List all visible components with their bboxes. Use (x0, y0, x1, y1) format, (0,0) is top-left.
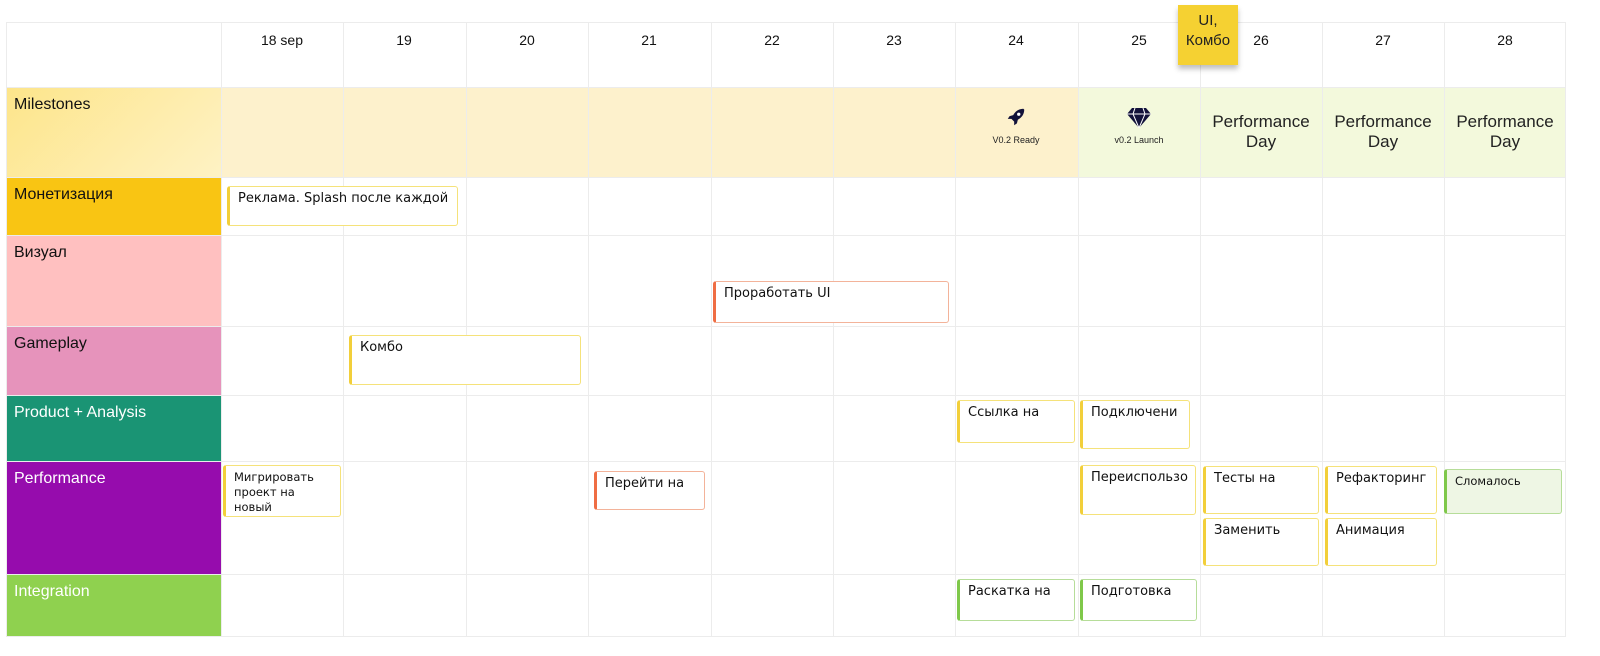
sticky-note[interactable]: UI, Комбо (1178, 5, 1238, 65)
milestone-performance-day[interactable]: Performance Day (1444, 112, 1566, 152)
milestone-performance-day[interactable]: Performance Day (1200, 112, 1322, 152)
card-reklama[interactable]: Реклама. Splash после каждой (227, 186, 458, 226)
card-testy[interactable]: Тесты на (1203, 466, 1319, 514)
row-label-visual: Визуал (14, 244, 67, 261)
row-label-milestones: Milestones (14, 96, 91, 113)
day-header: 23 (886, 32, 902, 48)
card-prorabotat-ui[interactable]: Проработать UI (713, 281, 949, 323)
card-slomalos[interactable]: Сломалось (1444, 469, 1562, 514)
card-migrirovat[interactable]: Мигрировать проект на новый (223, 465, 341, 517)
day-header: 18 sep (260, 32, 304, 48)
day-header: 21 (641, 32, 657, 48)
rocket-icon (1007, 108, 1025, 126)
day-header: 20 (519, 32, 535, 48)
card-kombo[interactable]: Комбо (349, 335, 581, 385)
card-pereiti[interactable]: Перейти на (594, 471, 705, 510)
row-label-integration: Integration (14, 583, 90, 600)
card-podklyuchenie[interactable]: Подключени (1080, 400, 1190, 449)
day-header: 28 (1497, 32, 1513, 48)
day-header: 27 (1375, 32, 1391, 48)
card-raskatka[interactable]: Раскатка на (957, 579, 1075, 621)
milestone-label: v0.2 Launch (1114, 135, 1164, 145)
card-ssylka[interactable]: Ссылка на (957, 400, 1075, 443)
card-animaciya[interactable]: Анимация (1325, 518, 1437, 566)
row-label-monetization: Монетизация (14, 186, 113, 203)
row-label-product: Product + Analysis (14, 404, 147, 421)
milestone-label: V0.2 Ready (992, 135, 1040, 145)
card-zamenit[interactable]: Заменить (1203, 518, 1319, 566)
day-header: 19 (396, 32, 412, 48)
card-podgotovka[interactable]: Подготовка (1080, 579, 1197, 621)
card-refaktoring[interactable]: Рефакторинг (1325, 466, 1437, 514)
day-header: 24 (1008, 32, 1024, 48)
day-header: 22 (764, 32, 780, 48)
row-label-performance: Performance (14, 470, 106, 487)
milestone-performance-day[interactable]: Performance Day (1322, 112, 1444, 152)
milestone-v02-launch[interactable]: v0.2 Launch (1078, 107, 1200, 145)
diamond-icon (1127, 107, 1151, 130)
card-pereispolzovat[interactable]: Переиспользо (1080, 465, 1196, 515)
milestone-v02-ready[interactable]: V0.2 Ready (955, 106, 1077, 145)
row-label-gameplay: Gameplay (14, 335, 87, 352)
